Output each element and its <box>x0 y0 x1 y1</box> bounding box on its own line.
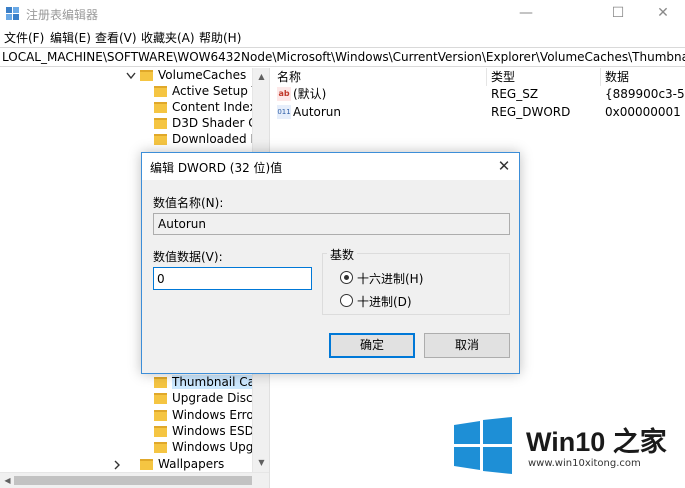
folder-icon <box>154 118 167 129</box>
watermark-title: Win10 之家 <box>526 427 667 457</box>
scrollbar-thumb[interactable] <box>14 476 252 485</box>
column-header-data[interactable]: 数据 <box>601 68 685 86</box>
dialog-title-bar: 编辑 DWORD (32 位)值 ✕ <box>142 153 519 180</box>
menu-favorites[interactable]: 收藏夹(A) <box>141 29 195 46</box>
value-data: 0x00000001 (1 <box>605 105 685 119</box>
dialog-title: 编辑 DWORD (32 位)值 <box>150 161 283 175</box>
folder-icon <box>154 86 167 97</box>
table-row[interactable]: ab (默认) <box>273 85 487 103</box>
windows-logo-icon <box>454 417 512 474</box>
address-bar[interactable]: LOCAL_MACHINE\SOFTWARE\WOW6432Node\Micro… <box>0 47 685 67</box>
value-name-field: Autorun <box>153 213 510 235</box>
folder-icon <box>154 410 167 421</box>
value-data-input[interactable] <box>153 267 312 290</box>
menu-view[interactable]: 查看(V) <box>95 29 137 46</box>
folder-icon <box>154 102 167 113</box>
watermark: Win10 之家 www.win10xitong.com <box>452 416 677 476</box>
menu-edit[interactable]: 编辑(E) <box>50 29 91 46</box>
scroll-up-icon[interactable]: ▲ <box>257 72 266 81</box>
radio-button[interactable] <box>340 271 353 284</box>
column-header-name[interactable]: 名称 <box>273 68 487 86</box>
value-data-label: 数值数据(V): <box>153 250 223 264</box>
scroll-down-icon[interactable]: ▼ <box>257 458 266 467</box>
folder-icon <box>154 393 167 404</box>
value-data: {889900c3-59f <box>605 87 685 101</box>
menu-file[interactable]: 文件(F) <box>4 29 44 46</box>
ok-button[interactable]: 确定 <box>329 333 415 358</box>
value-type: REG_DWORD <box>491 105 571 119</box>
dialog-close-button[interactable]: ✕ <box>495 157 513 175</box>
scroll-left-icon[interactable]: ◀ <box>3 476 12 485</box>
chevron-down-icon[interactable] <box>126 68 136 84</box>
watermark-url: www.win10xitong.com <box>528 458 641 469</box>
string-value-icon: ab <box>277 87 291 101</box>
title-bar: 注册表编辑器 — ☐ ✕ <box>0 0 685 27</box>
value-name-label: 数值名称(N): <box>153 196 224 210</box>
folder-icon <box>154 442 167 453</box>
folder-icon <box>154 134 167 145</box>
registry-editor-icon <box>6 7 19 20</box>
maximize-button[interactable]: ☐ <box>596 0 640 27</box>
edit-dword-dialog: 编辑 DWORD (32 位)值 ✕ 数值名称(N): Autorun 数值数据… <box>141 152 520 374</box>
chevron-right-icon[interactable] <box>112 457 122 473</box>
binary-value-icon: 011 <box>277 105 291 119</box>
window-title: 注册表编辑器 <box>26 8 99 22</box>
column-header-type[interactable]: 类型 <box>487 68 601 86</box>
minimize-button[interactable]: — <box>504 0 548 27</box>
menu-help[interactable]: 帮助(H) <box>199 29 241 46</box>
cancel-button[interactable]: 取消 <box>424 333 510 358</box>
folder-icon <box>154 377 167 388</box>
base-group-title: 基数 <box>327 246 358 263</box>
address-path: LOCAL_MACHINE\SOFTWARE\WOW6432Node\Micro… <box>2 50 685 64</box>
radio-selected-dot <box>344 275 349 280</box>
menu-bar: 文件(F) 编辑(E) 查看(V) 收藏夹(A) 帮助(H) <box>0 27 685 47</box>
value-type: REG_SZ <box>491 87 539 101</box>
tree-horizontal-scrollbar[interactable]: ◀ <box>0 472 269 488</box>
folder-icon <box>140 459 153 470</box>
folder-icon <box>140 70 153 81</box>
radio-button[interactable] <box>340 294 353 307</box>
table-row[interactable]: 011 Autorun <box>273 103 487 121</box>
close-button[interactable]: ✕ <box>641 0 685 27</box>
folder-icon <box>154 426 167 437</box>
